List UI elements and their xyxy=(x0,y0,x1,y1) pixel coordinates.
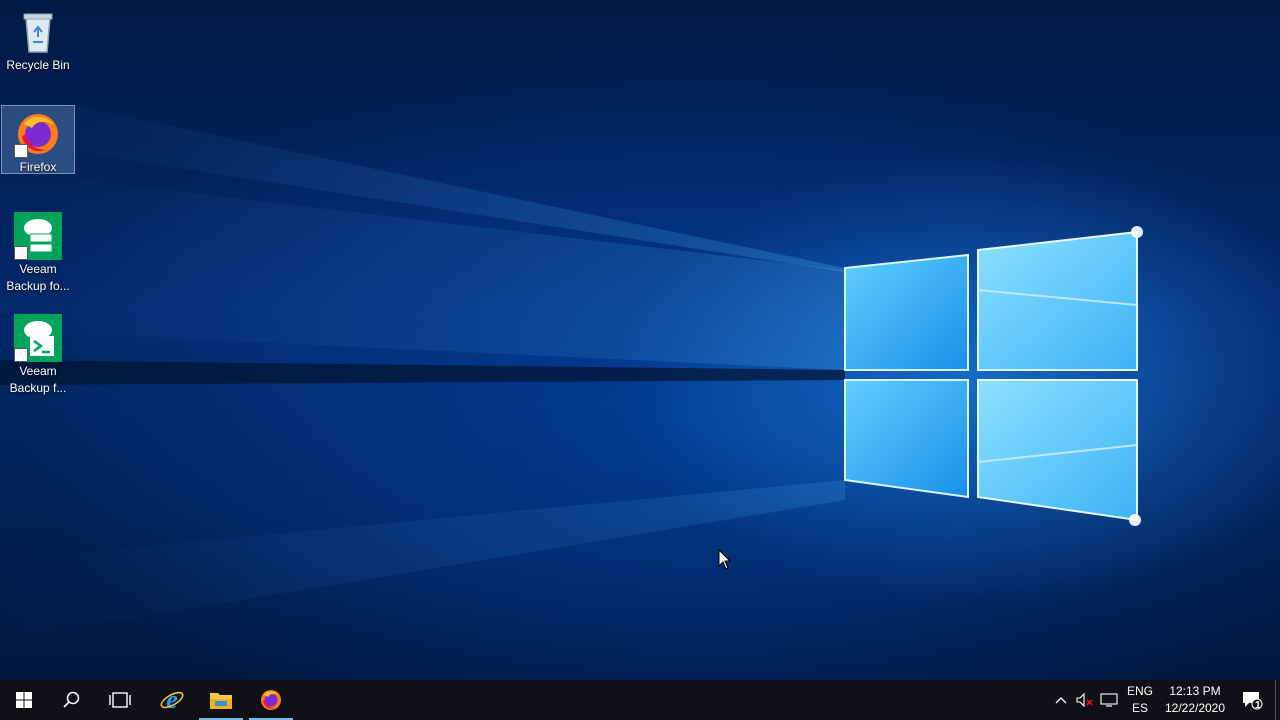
taskbar-firefox[interactable] xyxy=(247,680,295,720)
svg-text:e: e xyxy=(166,687,178,713)
shortcut-arrow-icon xyxy=(14,348,28,362)
action-center-button[interactable]: 1 xyxy=(1234,680,1270,720)
internet-explorer-icon: e xyxy=(160,687,184,713)
start-button[interactable] xyxy=(0,680,48,720)
search-icon xyxy=(63,691,80,708)
show-desktop-button[interactable] xyxy=(1275,680,1280,720)
task-view-icon xyxy=(109,692,131,708)
chevron-up-icon xyxy=(1055,697,1067,704)
clock[interactable]: 12:13 PM 12/22/2020 xyxy=(1158,680,1232,720)
veeam-backup-shell-icon xyxy=(14,314,62,362)
keyboard-layout-code: ES xyxy=(1131,701,1148,715)
taskbar: e ENG ES 12:13 PM 12/22/2020 1 xyxy=(0,680,1280,720)
clock-date: 12/22/2020 xyxy=(1164,701,1226,715)
firefox-icon xyxy=(14,110,62,158)
veeam-backup-icon xyxy=(14,212,62,260)
mouse-cursor-icon xyxy=(718,549,732,570)
desktop-icon-recycle-bin[interactable]: Recycle Bin xyxy=(1,4,75,104)
volume-muted-icon xyxy=(1076,693,1093,707)
recycle-bin-icon xyxy=(14,8,62,56)
task-view-button[interactable] xyxy=(96,680,144,720)
veeam-backup-label-2: Veeam Backup f... xyxy=(9,364,67,395)
desktop-icon-veeam-backup-2[interactable]: Veeam Backup f... xyxy=(1,310,75,410)
network-button[interactable] xyxy=(1097,680,1121,720)
taskbar-internet-explorer[interactable]: e xyxy=(148,680,196,720)
windows-logo-icon xyxy=(16,692,32,708)
veeam-backup-label-1: Veeam Backup fo... xyxy=(6,262,70,293)
input-language-indicator[interactable]: ENG ES xyxy=(1122,680,1158,720)
file-explorer-icon xyxy=(210,693,232,709)
show-hidden-icons-button[interactable] xyxy=(1050,680,1072,720)
desktop-wallpaper[interactable]: Recycle Bin Firefox Veeam Backup fo... V… xyxy=(0,0,1280,680)
taskbar-file-explorer[interactable] xyxy=(197,680,245,720)
search-button[interactable] xyxy=(48,680,96,720)
recycle-bin-label: Recycle Bin xyxy=(6,58,70,72)
windows-logo-wallpaper xyxy=(0,90,1143,640)
shortcut-arrow-icon xyxy=(14,144,28,158)
language-code: ENG xyxy=(1126,684,1153,698)
shortcut-arrow-icon xyxy=(14,246,28,260)
notification-count-badge: 1 xyxy=(1255,700,1261,711)
firefox-icon xyxy=(261,690,281,710)
desktop-icon-firefox[interactable]: Firefox xyxy=(1,105,75,174)
firefox-label: Firefox xyxy=(19,160,57,174)
network-icon xyxy=(1100,693,1118,707)
volume-button[interactable] xyxy=(1073,680,1097,720)
clock-time: 12:13 PM xyxy=(1169,684,1221,698)
desktop-icon-veeam-backup-1[interactable]: Veeam Backup fo... xyxy=(1,208,75,308)
